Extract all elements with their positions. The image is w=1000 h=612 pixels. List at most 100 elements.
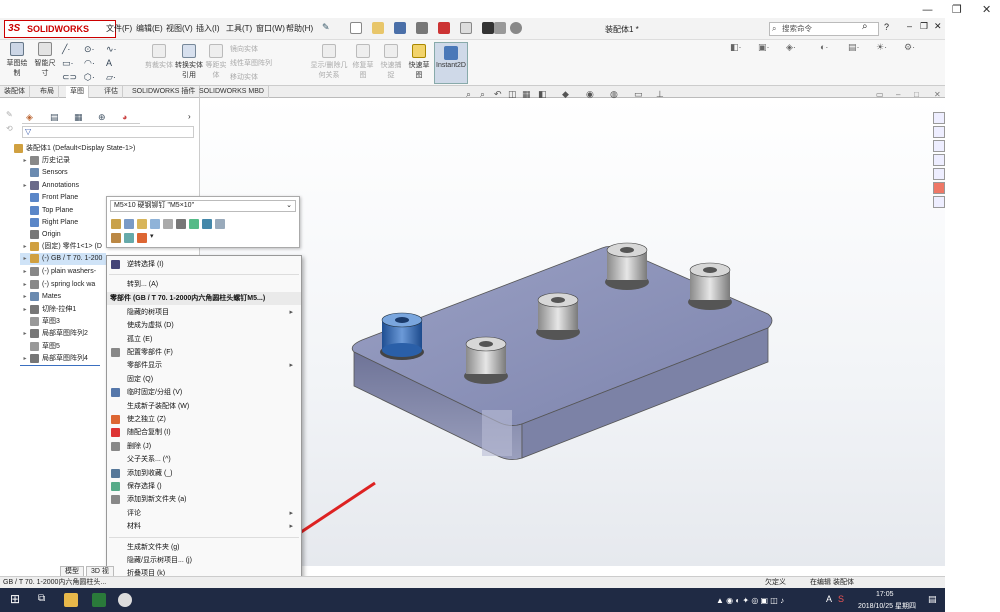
rollback-bar[interactable]: [20, 365, 100, 366]
menu-item[interactable]: 固定 (Q): [107, 373, 301, 386]
menu-item[interactable]: 添加到收藏 (_): [107, 467, 301, 480]
repair-sketch-command[interactable]: 修复草图: [350, 44, 376, 80]
appearance-icon[interactable]: ◐·: [820, 42, 828, 52]
instant2d-command[interactable]: Instant2D: [434, 42, 468, 84]
file-properties-icon[interactable]: [494, 22, 506, 34]
menu-edit[interactable]: 编辑(E): [136, 23, 163, 34]
appearance-menu-icon[interactable]: [137, 233, 147, 243]
select-icon[interactable]: [460, 22, 472, 34]
help-icon[interactable]: ?: [884, 22, 889, 32]
mirror-entities-command[interactable]: 镜向实体: [230, 44, 290, 54]
menu-item[interactable]: 孤立 (E): [107, 333, 301, 346]
solidworks-logo[interactable]: 3S SOLIDWORKS: [4, 20, 116, 38]
restore-icon[interactable]: ❐: [920, 21, 928, 32]
slot-icon[interactable]: ⊂⊃: [62, 72, 77, 83]
file-explorer-app-icon[interactable]: [64, 593, 78, 607]
menu-item[interactable]: 使之独立 (Z): [107, 413, 301, 426]
rapid-sketch-command[interactable]: 快速草图: [406, 44, 432, 80]
expand-arrow-icon[interactable]: ▸: [20, 155, 30, 167]
expand-arrow-icon[interactable]: ▸: [20, 304, 30, 316]
view-palette-icon[interactable]: [933, 168, 945, 180]
tree-item[interactable]: ▸ Annotations: [20, 180, 200, 192]
sougou-input-icon[interactable]: S: [838, 594, 844, 604]
save-icon[interactable]: [394, 22, 406, 34]
menu-item[interactable]: 隐藏的树项目 ▸: [107, 306, 301, 319]
dynamic-annotation-icon[interactable]: ▦: [522, 89, 531, 100]
isolate-icon[interactable]: [202, 219, 212, 229]
undo-icon[interactable]: [438, 22, 450, 34]
spline-icon[interactable]: ∿·: [106, 44, 117, 55]
close-icon[interactable]: ✕: [934, 21, 942, 32]
clock-date[interactable]: 2018/10/25 星期四: [858, 601, 916, 611]
rebuild-component-icon[interactable]: [189, 219, 199, 229]
display-style-icon[interactable]: ▣·: [758, 42, 770, 53]
configure-icon[interactable]: [215, 219, 225, 229]
component-selector[interactable]: M5×10 硬钢铆钉 "M5×10" ⌄: [110, 200, 296, 212]
edit-appearance-icon[interactable]: ◍: [610, 89, 618, 100]
edit-part-icon[interactable]: [111, 219, 121, 229]
linear-pattern-command[interactable]: 线性草图阵列: [230, 58, 300, 68]
windows-start-icon[interactable]: ⊞: [10, 592, 20, 606]
feature-manager-tab-icon[interactable]: ◈: [26, 112, 33, 123]
viewport-minimize-icon[interactable]: –: [896, 90, 900, 99]
scenes-icon[interactable]: ▭: [634, 89, 643, 100]
store-app-icon[interactable]: [92, 593, 106, 607]
open-part-icon[interactable]: [150, 219, 160, 229]
text-icon[interactable]: A: [106, 58, 112, 68]
viewport-restore-icon[interactable]: ▭: [876, 90, 884, 99]
previous-view-icon[interactable]: ↶: [494, 89, 502, 100]
menu-item[interactable]: 转到... (A): [107, 278, 301, 291]
menu-item[interactable]: 添加到新文件夹 (a): [107, 493, 301, 506]
filter-input[interactable]: ▽: [22, 126, 194, 138]
menu-item[interactable]: 评论 ▸: [107, 507, 301, 520]
hide-components-icon[interactable]: [163, 219, 173, 229]
hide-show-icon[interactable]: ◈·: [786, 42, 796, 53]
scene-icon[interactable]: ☀·: [876, 42, 887, 53]
expand-arrow-icon[interactable]: ▸: [20, 253, 30, 265]
home-task-icon[interactable]: [933, 112, 945, 124]
zoom-selection-icon[interactable]: [111, 233, 121, 243]
line-icon[interactable]: ╱·: [62, 44, 70, 55]
tab-evaluate[interactable]: 评估: [100, 86, 123, 98]
view-setting-hud-icon[interactable]: ⊥: [656, 89, 664, 100]
display-style-hud-icon[interactable]: ◆: [562, 89, 569, 100]
browser-app-icon[interactable]: [118, 593, 132, 607]
rectangle-icon[interactable]: ▭·: [62, 58, 74, 69]
viewport-maximize-icon[interactable]: □: [914, 90, 919, 99]
section-icon[interactable]: ◫: [508, 89, 517, 100]
task-view-icon[interactable]: ⧉: [38, 593, 45, 604]
print-icon[interactable]: [416, 22, 428, 34]
section-view-icon[interactable]: ▤·: [848, 42, 860, 53]
outer-restore-icon[interactable]: ❐: [952, 3, 962, 16]
search-button-icon[interactable]: ⌕: [862, 21, 868, 32]
tab-layout[interactable]: 布局: [36, 86, 59, 98]
menu-item[interactable]: 父子关系... (^): [107, 453, 301, 466]
menu-file[interactable]: 文件(F): [106, 23, 132, 34]
menu-item[interactable]: 材料 ▸: [107, 520, 301, 533]
clock-time[interactable]: 17:05: [876, 591, 894, 598]
bolt-2[interactable]: [464, 336, 508, 384]
view-orientation-hud-icon[interactable]: ◧: [538, 89, 547, 100]
tab-addins[interactable]: SOLIDWORKS 插件: [128, 86, 201, 98]
normal-to-icon[interactable]: [124, 233, 134, 243]
menu-tools[interactable]: 工具(T): [226, 23, 252, 34]
view-settings-icon[interactable]: ⚙·: [904, 42, 915, 53]
expand-arrow-icon[interactable]: ▸: [20, 291, 30, 303]
viewport-close-icon[interactable]: ✕: [934, 90, 941, 99]
panel-link-icon[interactable]: ⟲: [6, 124, 13, 133]
tree-item[interactable]: ▸ 历史记录: [20, 155, 200, 167]
display-relations-command[interactable]: 显示/删除几何关系: [308, 44, 350, 80]
zoom-fit-icon[interactable]: ⌕: [466, 89, 471, 100]
panel-pin-icon[interactable]: ✎: [6, 110, 13, 119]
appearance-dropdown-icon[interactable]: ▾: [150, 232, 154, 240]
mate-icon[interactable]: [124, 219, 134, 229]
design-library-icon[interactable]: [933, 140, 945, 152]
configuration-manager-tab-icon[interactable]: ▦: [74, 112, 83, 123]
menu-item[interactable]: 配置零部件 (F): [107, 346, 301, 359]
menu-help[interactable]: 帮助(H): [286, 23, 313, 34]
expand-arrow-icon[interactable]: ▸: [20, 328, 30, 340]
bolt-3[interactable]: [536, 292, 580, 340]
menu-item[interactable]: 随配合复制 (I): [107, 426, 301, 439]
expand-arrow-icon[interactable]: ▸: [20, 279, 30, 291]
menu-view[interactable]: 视图(V): [166, 23, 193, 34]
